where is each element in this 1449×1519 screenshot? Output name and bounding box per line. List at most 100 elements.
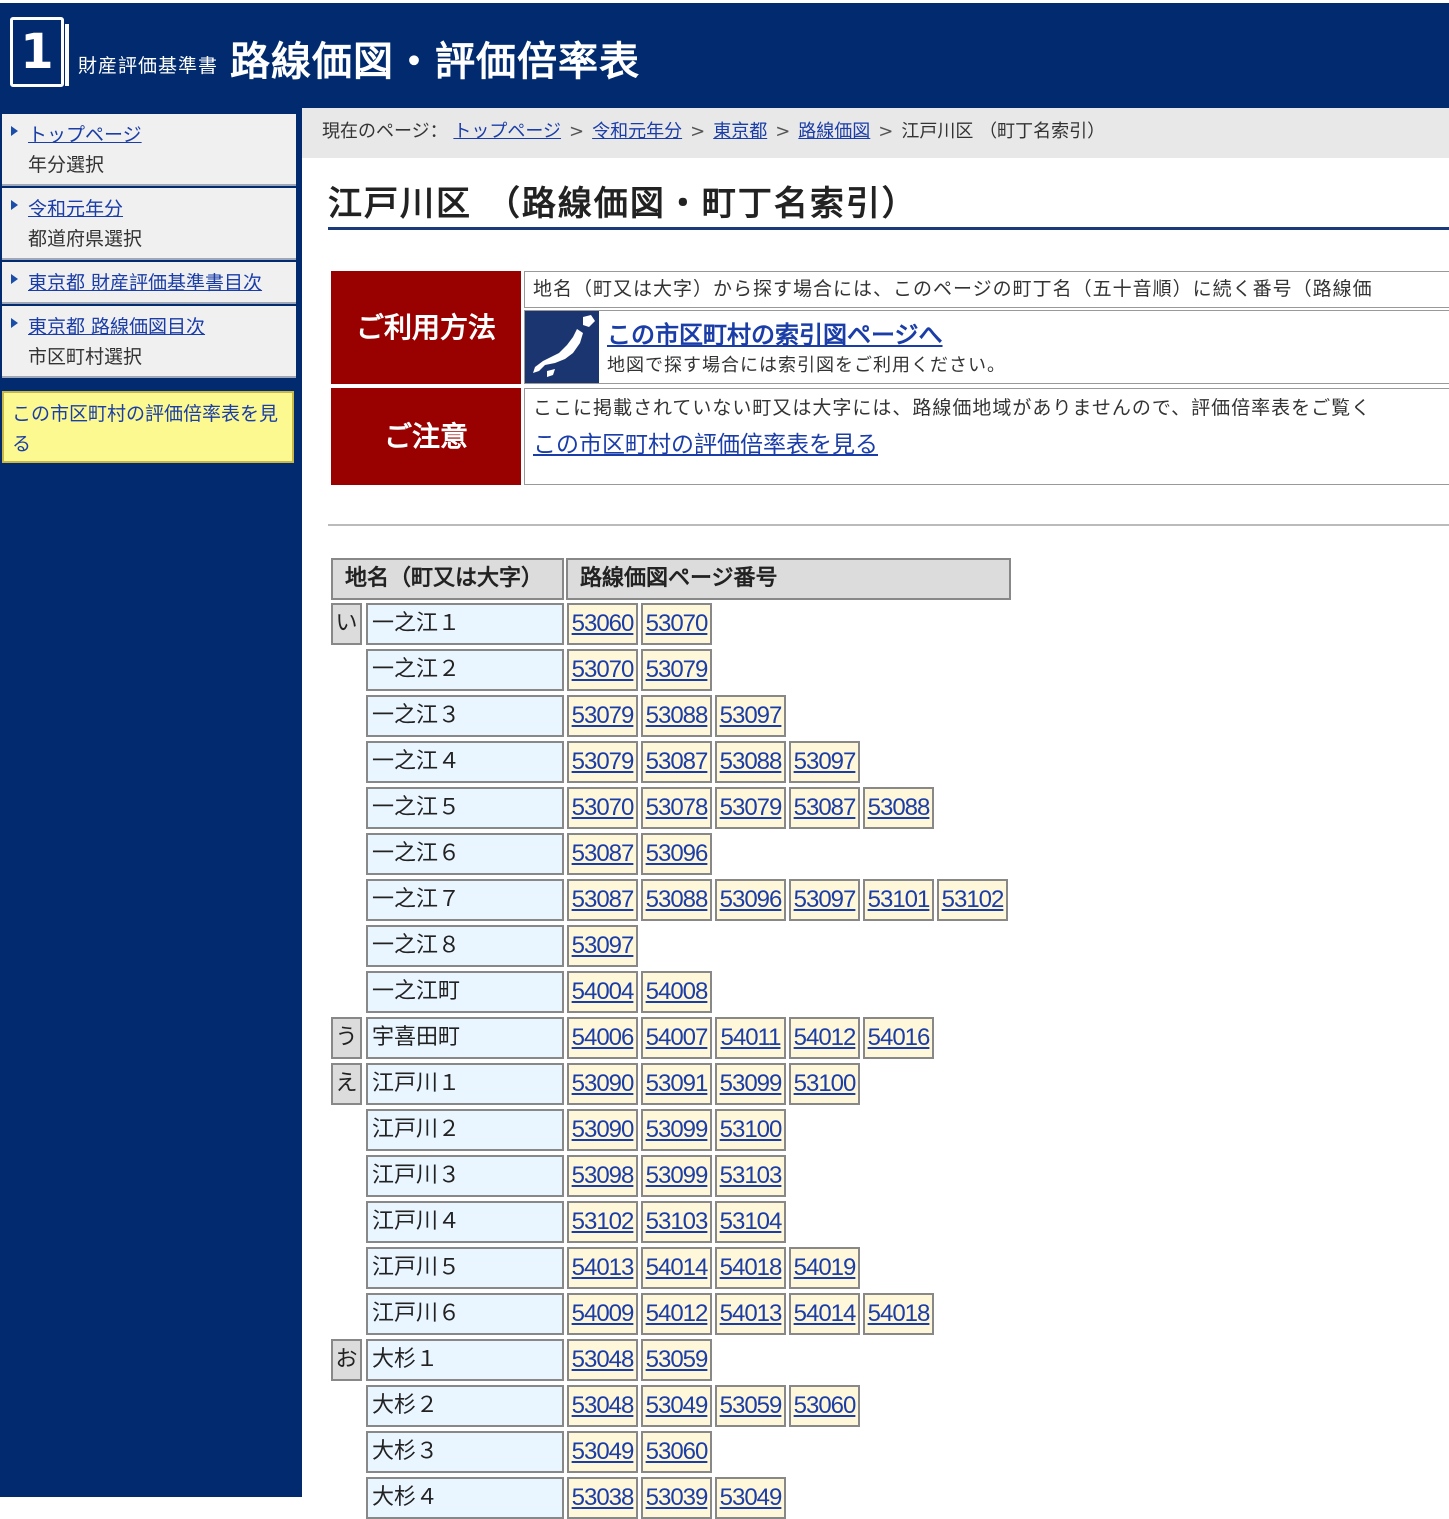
page-number-link[interactable]: 53070: [567, 787, 638, 829]
page-number-link[interactable]: 53060: [789, 1385, 860, 1427]
page-number-link[interactable]: 53103: [641, 1201, 712, 1243]
page-number-link[interactable]: 54014: [789, 1293, 860, 1335]
page-number-link[interactable]: 53039: [641, 1477, 712, 1519]
page-number-link[interactable]: 53087: [567, 879, 638, 921]
page-number-link[interactable]: 53099: [715, 1063, 786, 1105]
page-number-link[interactable]: 53090: [567, 1063, 638, 1105]
header-page-number: 路線価図ページ番号: [566, 558, 1011, 600]
page-number-link[interactable]: 53070: [641, 603, 712, 645]
page-number-link[interactable]: 54018: [863, 1293, 934, 1335]
page-number-link[interactable]: 54014: [641, 1247, 712, 1289]
page-number-link[interactable]: 54012: [789, 1017, 860, 1059]
page-number-link[interactable]: 53078: [641, 787, 712, 829]
rate-table-link[interactable]: この市区町村の評価倍率表を見る: [2, 391, 294, 463]
page-number-link[interactable]: 53103: [715, 1155, 786, 1197]
page-number-link[interactable]: 53100: [789, 1063, 860, 1105]
page-number-link[interactable]: 54008: [641, 971, 712, 1013]
book-logo-icon[interactable]: 1: [10, 17, 69, 87]
page-number-link[interactable]: 53088: [641, 695, 712, 737]
page-title: 江戸川区 （路線価図・町丁名索引）: [328, 176, 1449, 230]
page-number-link[interactable]: 53101: [863, 879, 934, 921]
page-number-link[interactable]: 53079: [641, 649, 712, 691]
sidebar-link-tokyo-rosenka[interactable]: 東京都 路線価図目次: [28, 316, 205, 338]
breadcrumb-link-prefecture[interactable]: 東京都: [713, 121, 767, 142]
sidebar-item-top: トップページ 年分選択: [2, 114, 296, 186]
place-name-cell: 一之江２: [366, 649, 564, 691]
breadcrumb-link-rosenka[interactable]: 路線価図: [798, 121, 870, 142]
kana-index-cell: お: [331, 1339, 362, 1381]
arrow-right-icon: [11, 126, 18, 136]
page-number-link[interactable]: 53049: [567, 1431, 638, 1473]
breadcrumb-current: 江戸川区 （町丁名索引）: [901, 121, 1106, 142]
page-number-link[interactable]: 53087: [789, 787, 860, 829]
breadcrumb: 現在のページ： トップページ > 令和元年分 > 東京都 > 路線価図 > 江戸川区 （町丁名索…: [302, 108, 1449, 158]
page-number-link[interactable]: 53104: [715, 1201, 786, 1243]
page-number-link[interactable]: 53102: [567, 1201, 638, 1243]
japan-map-icon[interactable]: [525, 311, 599, 383]
sidebar-link-top[interactable]: トップページ: [28, 124, 142, 146]
sidebar-link-year[interactable]: 令和元年分: [28, 198, 123, 220]
arrow-right-icon: [11, 318, 18, 328]
place-name-cell: 江戸川２: [366, 1109, 564, 1151]
page-number-link[interactable]: 54016: [863, 1017, 934, 1059]
breadcrumb-link-top[interactable]: トップページ: [453, 121, 561, 142]
page-number-link[interactable]: 53049: [641, 1385, 712, 1427]
page-number-link[interactable]: 53096: [641, 833, 712, 875]
page-number-link[interactable]: 53090: [567, 1109, 638, 1151]
page-number-link[interactable]: 53088: [863, 787, 934, 829]
page-number-link[interactable]: 53060: [567, 603, 638, 645]
caution-rate-table-link[interactable]: この市区町村の評価倍率表を見る: [533, 425, 878, 459]
place-name-cell: 一之江４: [366, 741, 564, 783]
place-name-cell: 一之江７: [366, 879, 564, 921]
page-number-link[interactable]: 53097: [789, 741, 860, 783]
page-number-link[interactable]: 53097: [567, 925, 638, 967]
arrow-right-icon: [11, 274, 18, 284]
header-place-name: 地名（町又は大字）: [331, 558, 564, 600]
page-number-link[interactable]: 53059: [641, 1339, 712, 1381]
page-number-link[interactable]: 53096: [715, 879, 786, 921]
page-number-link[interactable]: 54012: [641, 1293, 712, 1335]
page-number-link[interactable]: 53060: [641, 1431, 712, 1473]
kana-index-cell: う: [331, 1017, 362, 1059]
page-number-link[interactable]: 53100: [715, 1109, 786, 1151]
page-number-link[interactable]: 53059: [715, 1385, 786, 1427]
page-number-link[interactable]: 54007: [641, 1017, 712, 1059]
page-number-link[interactable]: 53088: [715, 741, 786, 783]
site-header: 1 財産評価基準書 路線価図・評価倍率表: [0, 0, 1449, 108]
page-number-link[interactable]: 54009: [567, 1293, 638, 1335]
page-number-link[interactable]: 53087: [641, 741, 712, 783]
page-number-link[interactable]: 54018: [715, 1247, 786, 1289]
page-number-link[interactable]: 53048: [567, 1339, 638, 1381]
page-number-link[interactable]: 53079: [567, 741, 638, 783]
page-number-link[interactable]: 53070: [567, 649, 638, 691]
page-number-link[interactable]: 53099: [641, 1109, 712, 1151]
index-map-link[interactable]: この市区町村の索引図ページへ: [607, 315, 943, 350]
page-number-link[interactable]: 54011: [715, 1017, 786, 1059]
page-number-link[interactable]: 53088: [641, 879, 712, 921]
page-number-link[interactable]: 53049: [715, 1477, 786, 1519]
sidebar-link-tokyo-contents[interactable]: 東京都 財産評価基準書目次: [28, 272, 262, 294]
page-number-link[interactable]: 53098: [567, 1155, 638, 1197]
kana-index-cell: え: [331, 1063, 362, 1105]
page-number-link[interactable]: 54019: [789, 1247, 860, 1289]
page-number-link[interactable]: 53097: [789, 879, 860, 921]
place-name-cell: 江戸川３: [366, 1155, 564, 1197]
sidebar: トップページ 年分選択 令和元年分 都道府県選択 東京都 財産評価基準書目次 東…: [0, 108, 302, 1497]
caution-cell: ここに掲載されていない町又は大字には、路線価地域がありませんので、評価倍率表をご…: [524, 388, 1449, 485]
page-number-link[interactable]: 54013: [715, 1293, 786, 1335]
page-number-link[interactable]: 53091: [641, 1063, 712, 1105]
usage-map-row: この市区町村の索引図ページへ 地図で探す場合には索引図をご利用ください。: [524, 310, 1449, 384]
page-number-link[interactable]: 53099: [641, 1155, 712, 1197]
page-number-link[interactable]: 54006: [567, 1017, 638, 1059]
page-number-link[interactable]: 53097: [715, 695, 786, 737]
page-number-link[interactable]: 53079: [567, 695, 638, 737]
page-number-link[interactable]: 53038: [567, 1477, 638, 1519]
page-number-link[interactable]: 53079: [715, 787, 786, 829]
caution-text: ここに掲載されていない町又は大字には、路線価地域がありませんので、評価倍率表をご…: [533, 397, 1372, 419]
page-number-link[interactable]: 53087: [567, 833, 638, 875]
page-number-link[interactable]: 53048: [567, 1385, 638, 1427]
page-number-link[interactable]: 54004: [567, 971, 638, 1013]
page-number-link[interactable]: 54013: [567, 1247, 638, 1289]
breadcrumb-link-year[interactable]: 令和元年分: [592, 121, 682, 142]
page-number-link[interactable]: 53102: [937, 879, 1008, 921]
